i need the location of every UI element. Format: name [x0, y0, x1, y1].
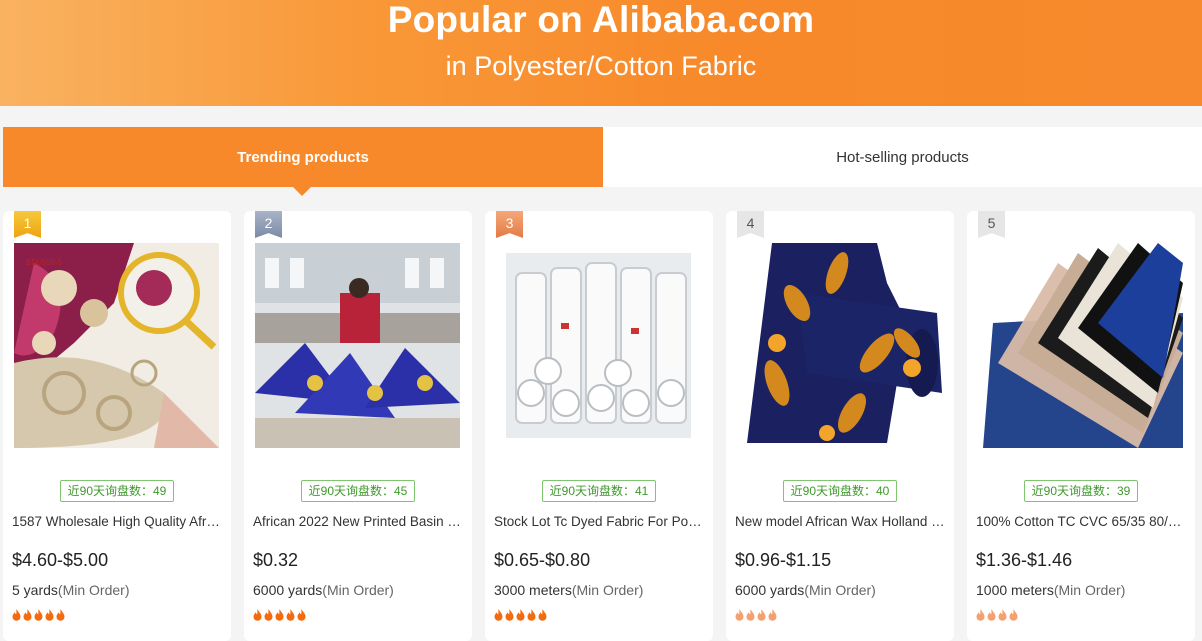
white-fabric-rolls-image — [506, 253, 691, 438]
min-order-label: (Min Order) — [571, 582, 644, 598]
factory-blue-fabric-image — [255, 243, 460, 448]
banner: Popular on Alibaba.com in Polyester/Cott… — [0, 0, 1202, 106]
flame-icon — [746, 609, 755, 621]
flame-icon — [275, 609, 284, 621]
product-title[interactable]: 1587 Wholesale High Quality African Lace… — [12, 513, 222, 531]
product-card-2[interactable]: 2 近90天询盘数：45 African 2022 New Printed Ba… — [244, 211, 472, 641]
product-title[interactable]: Stock Lot Tc Dyed Fabric For Pocketing — [494, 513, 704, 531]
flame-icon — [735, 609, 744, 621]
min-order-quantity: 5 yards — [12, 582, 58, 598]
flame-icon — [253, 609, 262, 621]
lace-fabric-image: BD0508-5 — [14, 243, 219, 448]
product-image[interactable]: BD0508-5 — [14, 243, 219, 448]
flame-icon — [987, 609, 996, 621]
tab-bar: Trending products Hot-selling products — [3, 127, 1202, 196]
inquiry-count-badge: 近90天询盘数：45 — [300, 480, 416, 502]
min-order-quantity: 1000 meters — [976, 582, 1054, 598]
product-price: $0.32 — [253, 550, 299, 570]
flame-icon — [998, 609, 1007, 621]
banner-subtitle: in Polyester/Cotton Fabric — [445, 51, 757, 81]
product-price: $1.36-$1.46 — [976, 550, 1073, 570]
product-title[interactable]: New model African Wax Holland Fabric — [735, 513, 945, 531]
flame-icon — [516, 609, 525, 621]
inquiry-count-badge: 近90天询盘数：40 — [782, 480, 898, 502]
flame-icon — [56, 609, 65, 621]
min-order-label: (Min Order) — [322, 582, 394, 598]
min-order-quantity: 6000 yards — [253, 582, 323, 598]
product-list: BD0508-5 1 近90天询盘数：49 1587 Wholesale Hig… — [3, 211, 1202, 641]
flame-icon — [34, 609, 43, 621]
popularity-rating — [253, 609, 306, 621]
product-title[interactable]: African 2022 New Printed Basin Fabric — [253, 513, 463, 531]
product-price: $0.96-$1.15 — [735, 550, 832, 570]
banner-title: Popular on Alibaba.com — [387, 0, 815, 40]
tab-label: Hot-selling products — [836, 148, 969, 166]
tab-hot-selling-products[interactable]: Hot-selling products — [603, 127, 1202, 187]
flame-icon — [527, 609, 536, 621]
rank-badge: 1 — [14, 211, 41, 238]
product-image[interactable] — [737, 243, 942, 448]
product-image[interactable] — [506, 253, 691, 438]
inquiry-count-badge: 近90天询盘数：39 — [1023, 480, 1139, 502]
product-price: $4.60-$5.00 — [12, 550, 109, 570]
wax-print-fabric-image — [737, 243, 942, 448]
flame-icon — [757, 609, 766, 621]
popularity-rating — [494, 609, 547, 621]
min-order-label: (Min Order) — [1053, 582, 1126, 598]
inquiry-count-badge: 近90天询盘数：41 — [541, 480, 657, 502]
flame-icon — [505, 609, 514, 621]
product-image[interactable] — [255, 243, 460, 448]
flame-icon — [976, 609, 985, 621]
min-order: 1000 meters(Min Order) — [976, 581, 1125, 599]
svg-text:BD0508-5: BD0508-5 — [26, 258, 63, 267]
rank-badge: 4 — [737, 211, 764, 238]
flame-icon — [45, 609, 54, 621]
min-order: 5 yards(Min Order) — [12, 581, 129, 599]
flame-icon — [1009, 609, 1018, 621]
inquiry-count-badge: 近90天询盘数：49 — [59, 480, 175, 502]
product-card-3[interactable]: 3 近90天询盘数：41 Stock Lot Tc Dyed Fabric Fo… — [485, 211, 713, 641]
product-image[interactable] — [978, 243, 1183, 448]
color-swatches-image — [978, 243, 1183, 448]
flame-icon — [538, 609, 547, 621]
min-order-quantity: 3000 meters — [494, 582, 572, 598]
flame-icon — [12, 609, 21, 621]
min-order-label: (Min Order) — [804, 582, 876, 598]
tab-label: Trending products — [237, 148, 369, 166]
tab-trending-products[interactable]: Trending products — [3, 127, 603, 196]
flame-icon — [264, 609, 273, 621]
product-card-1[interactable]: BD0508-5 1 近90天询盘数：49 1587 Wholesale Hig… — [3, 211, 231, 641]
product-card-5[interactable]: 5 近90天询盘数：39 100% Cotton TC CVC 65/35 80… — [967, 211, 1195, 641]
min-order-label: (Min Order) — [57, 582, 130, 598]
rank-badge: 3 — [496, 211, 523, 238]
active-tab-caret-icon — [293, 187, 311, 196]
popularity-rating — [976, 609, 1018, 621]
flame-icon — [768, 609, 777, 621]
min-order-quantity: 6000 yards — [735, 582, 805, 598]
rank-badge: 2 — [255, 211, 282, 238]
min-order: 6000 yards(Min Order) — [253, 581, 394, 599]
min-order: 3000 meters(Min Order) — [494, 581, 643, 599]
product-title[interactable]: 100% Cotton TC CVC 65/35 80/20 Fabric — [976, 513, 1186, 531]
rank-badge: 5 — [978, 211, 1005, 238]
min-order: 6000 yards(Min Order) — [735, 581, 876, 599]
product-price: $0.65-$0.80 — [494, 550, 591, 570]
popularity-rating — [12, 609, 65, 621]
flame-icon — [23, 609, 32, 621]
product-card-4[interactable]: 4 近90天询盘数：40 New model African Wax Holla… — [726, 211, 954, 641]
flame-icon — [297, 609, 306, 621]
flame-icon — [494, 609, 503, 621]
flame-icon — [286, 609, 295, 621]
popularity-rating — [735, 609, 777, 621]
